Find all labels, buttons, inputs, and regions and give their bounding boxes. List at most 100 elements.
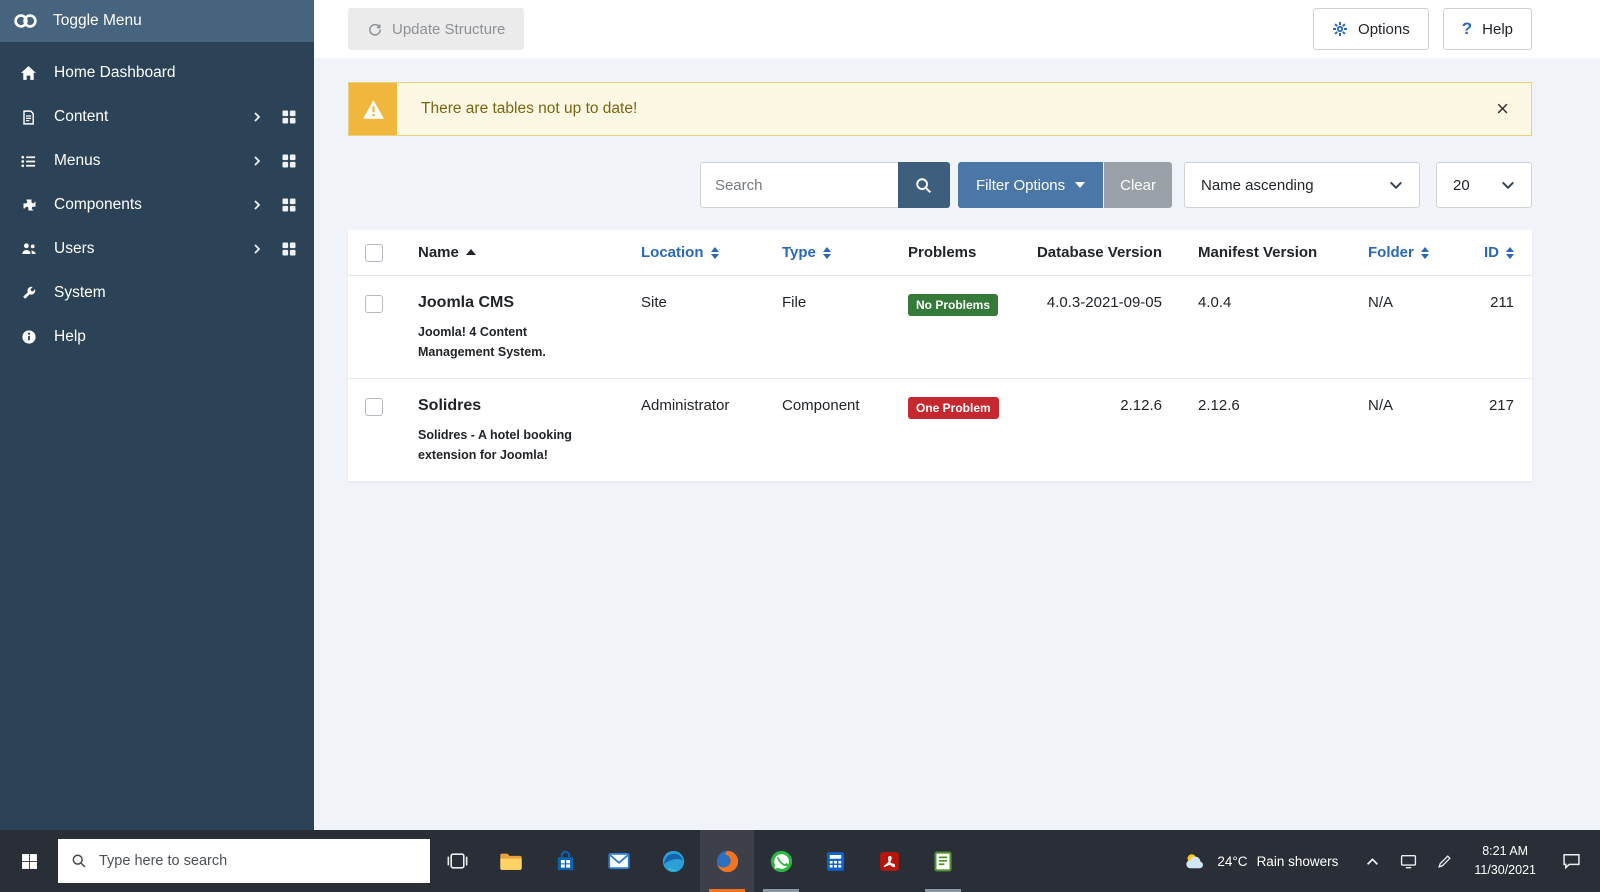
whatsapp-button[interactable]: [754, 830, 808, 892]
row-checkbox[interactable]: [365, 398, 383, 416]
content-file-icon: [18, 109, 39, 126]
database-version-cell: 2.12.6: [1010, 397, 1170, 414]
windows-start-button[interactable]: [0, 830, 58, 892]
components-puzzle-icon: [18, 197, 39, 213]
alert-close-icon[interactable]: ×: [1496, 83, 1531, 135]
sidebar-item-label: Menus: [54, 152, 101, 170]
sidebar-item-home-dashboard[interactable]: Home Dashboard: [0, 51, 314, 95]
header-folder[interactable]: Folder: [1346, 244, 1446, 261]
update-structure-button[interactable]: Update Structure: [348, 8, 524, 50]
header-problems: Problems: [890, 244, 1010, 261]
clock-date: 11/30/2021: [1474, 861, 1536, 880]
list-limit-select[interactable]: 20: [1436, 162, 1532, 208]
task-view-icon: [447, 853, 468, 869]
sort-ascending-icon: [466, 249, 476, 255]
taskbar-clock[interactable]: 8:21 AM 11/30/2021: [1462, 842, 1548, 880]
type-cell: Component: [762, 397, 890, 414]
folder-cell: N/A: [1346, 397, 1446, 414]
clock-time: 8:21 AM: [1474, 842, 1536, 861]
mail-icon: [607, 849, 631, 873]
magnifier-icon: [915, 177, 932, 194]
firefox-button[interactable]: [700, 830, 754, 892]
taskbar-weather-widget[interactable]: 24°C Rain showers: [1167, 830, 1354, 892]
dashboard-grid-icon[interactable]: [282, 154, 296, 168]
sidebar-item-label: Content: [54, 108, 108, 126]
file-explorer-button[interactable]: [484, 830, 538, 892]
sidebar-item-menus[interactable]: Menus: [0, 139, 314, 183]
dashboard-grid-icon[interactable]: [282, 110, 296, 124]
warning-alert: There are tables not up to date! ×: [348, 82, 1532, 136]
show-hidden-icons-button[interactable]: [1354, 830, 1390, 892]
select-all-cell: [348, 243, 400, 262]
search-input[interactable]: [700, 162, 898, 208]
notification-bubble-icon: [1562, 853, 1581, 869]
sidebar-item-users[interactable]: Users: [0, 227, 314, 271]
edge-button[interactable]: [646, 830, 700, 892]
connect-display-button[interactable]: [1390, 830, 1426, 892]
search-group: [700, 162, 950, 208]
task-view-button[interactable]: [430, 830, 484, 892]
table-row: Solidres Solidres - A hotel booking exte…: [348, 379, 1532, 481]
microsoft-store-button[interactable]: [538, 830, 592, 892]
taskbar-search-input[interactable]: [97, 852, 417, 870]
sidebar-item-content[interactable]: Content: [0, 95, 314, 139]
notepad-icon: [932, 850, 954, 873]
weather-temperature: 24°C: [1217, 854, 1247, 869]
filter-bar: Filter Options Clear Name ascending 20: [348, 162, 1532, 208]
question-mark-icon: ?: [1462, 19, 1472, 39]
windows-ink-button[interactable]: [1426, 830, 1462, 892]
clear-button[interactable]: Clear: [1104, 162, 1172, 208]
weather-icon: [1183, 852, 1208, 870]
caret-down-icon: [1075, 182, 1085, 188]
adobe-reader-icon: [878, 850, 901, 873]
status-badge: One Problem: [908, 397, 999, 419]
chevron-right-icon[interactable]: [251, 243, 263, 255]
id-cell: 217: [1446, 397, 1532, 414]
row-checkbox-cell: [348, 397, 400, 416]
windows-taskbar: 24°C Rain showers 8:21 AM 11/30/2021: [0, 830, 1600, 892]
sidebar: Toggle Menu Home Dashboard Content Menus: [0, 0, 314, 830]
sidebar-item-components[interactable]: Components: [0, 183, 314, 227]
notepad-button[interactable]: [916, 830, 970, 892]
users-icon: [18, 241, 39, 257]
toggle-menu-button[interactable]: Toggle Menu: [0, 0, 314, 42]
select-all-checkbox[interactable]: [365, 244, 383, 262]
sort-both-icon: [823, 247, 831, 259]
taskbar-search-icon: [71, 853, 87, 869]
header-type[interactable]: Type: [762, 244, 890, 261]
chevron-right-icon[interactable]: [251, 199, 263, 211]
taskbar-search-box[interactable]: [58, 839, 430, 883]
header-location[interactable]: Location: [622, 244, 762, 261]
chevron-right-icon[interactable]: [251, 111, 263, 123]
row-checkbox-cell: [348, 294, 400, 313]
header-database-version-label: Database Version: [1037, 244, 1162, 261]
sidebar-item-label: Home Dashboard: [54, 64, 175, 82]
sidebar-item-system[interactable]: System: [0, 271, 314, 315]
database-version-cell: 4.0.3-2021-09-05: [1010, 294, 1170, 311]
action-center-button[interactable]: [1548, 830, 1594, 892]
row-checkbox[interactable]: [365, 295, 383, 313]
name-cell: Joomla CMS Joomla! 4 Content Management …: [400, 294, 622, 362]
chevron-right-icon[interactable]: [251, 155, 263, 167]
table-row: Joomla CMS Joomla! 4 Content Management …: [348, 276, 1532, 379]
dashboard-grid-icon[interactable]: [282, 242, 296, 256]
header-name[interactable]: Name: [400, 244, 622, 261]
filter-button-group: Filter Options Clear: [958, 162, 1172, 208]
adobe-reader-button[interactable]: [862, 830, 916, 892]
dashboard-grid-icon[interactable]: [282, 198, 296, 212]
joomla-logo-icon: [12, 12, 39, 30]
mail-button[interactable]: [592, 830, 646, 892]
options-button[interactable]: Options: [1313, 8, 1429, 50]
sidebar-item-help[interactable]: Help: [0, 315, 314, 359]
search-button[interactable]: [898, 162, 950, 208]
calculator-button[interactable]: [808, 830, 862, 892]
sort-select[interactable]: Name ascending: [1184, 162, 1420, 208]
sidebar-item-label: Users: [54, 240, 94, 258]
help-button[interactable]: ? Help: [1443, 8, 1532, 50]
header-id[interactable]: ID: [1446, 244, 1532, 261]
filter-options-button[interactable]: Filter Options: [958, 162, 1103, 208]
sidebar-nav: Home Dashboard Content Menus: [0, 42, 314, 359]
firefox-icon: [715, 849, 740, 874]
system-tray: 24°C Rain showers 8:21 AM 11/30/2021: [1167, 830, 1600, 892]
filter-options-label: Filter Options: [976, 177, 1065, 194]
